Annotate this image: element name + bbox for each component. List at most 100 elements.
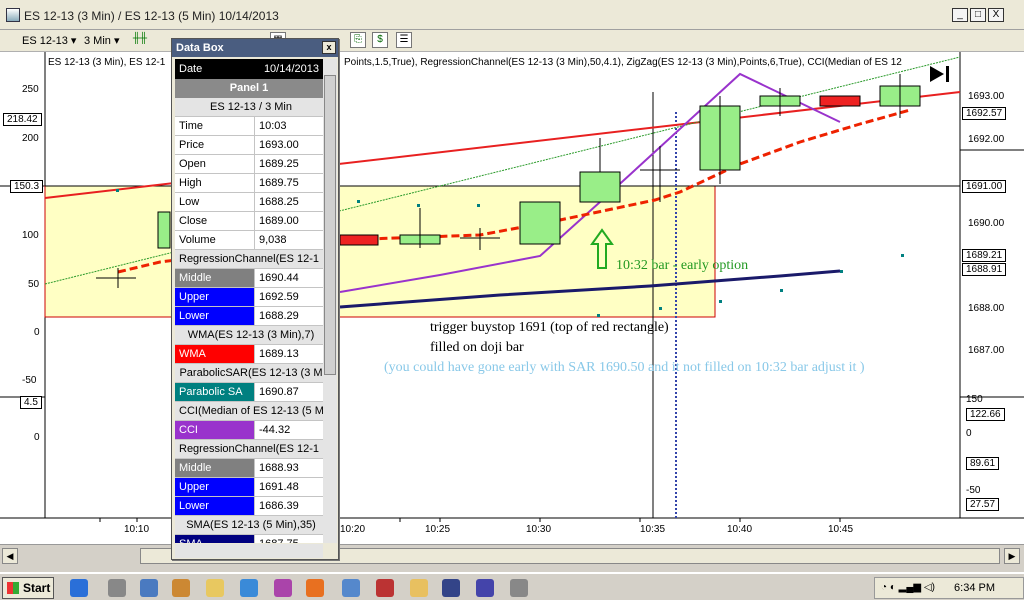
row-value: 1691.48	[259, 481, 299, 493]
row-key: Volume	[175, 231, 255, 249]
time-1030: 10:30	[526, 524, 552, 535]
data-row: Volume 9,038	[175, 231, 323, 250]
scroll-right-arrow[interactable]: ▶	[1004, 548, 1020, 564]
properties-icon[interactable]: ⎘	[350, 32, 366, 48]
list-icon[interactable]: ☰	[396, 32, 412, 48]
data-row: Middle 1690.44	[175, 269, 323, 288]
left-box-150: 150.3	[10, 180, 44, 193]
wma-header: WMA(ES 12-13 (3 Min),7)	[175, 326, 323, 345]
app-icon-7[interactable]	[410, 579, 428, 597]
app-icon-4[interactable]	[274, 579, 292, 597]
row-value: 1689.25	[259, 158, 299, 170]
row-value: 1690.87	[259, 386, 299, 398]
price-chart[interactable]: ES 12-13 (3 Min), ES 12-1 Points,1.5,Tru…	[0, 52, 1024, 544]
data-row: Time 10:03	[175, 117, 323, 136]
data-box-vscroll-thumb[interactable]	[324, 75, 336, 375]
data-row: Lower 1688.29	[175, 307, 323, 326]
data-box-close-button[interactable]: x	[322, 41, 336, 54]
left-box-cci: 218.42	[3, 113, 42, 126]
settings-icon[interactable]	[108, 579, 126, 597]
data-row: Parabolic SA 1690.87	[175, 383, 323, 402]
right-tick-1693: 1693.00	[968, 91, 1005, 102]
system-tray: ◔ ◐ ▂▄▆ ◁) 6:34 PM	[874, 577, 1024, 599]
data-row: Price 1693.00	[175, 136, 323, 155]
close-button[interactable]: X	[988, 8, 1004, 22]
data-box-body: Date 10/14/2013 Panel 1 ES 12-13 / 3 Min…	[175, 59, 323, 543]
data-box-hscroll[interactable]	[175, 544, 323, 558]
scroll-left-arrow[interactable]: ◀	[2, 548, 18, 564]
row-key: Middle	[175, 459, 255, 477]
app-icon-2[interactable]	[172, 579, 190, 597]
right-lower-minus50: -50	[966, 485, 981, 496]
time-1020: 10:20	[340, 524, 366, 535]
left-tick-250: 250	[22, 84, 39, 95]
data-row: Upper 1692.59	[175, 288, 323, 307]
date-value: 10/14/2013	[263, 63, 319, 75]
row-key: Middle	[175, 269, 255, 287]
row-key: Parabolic SA	[175, 383, 255, 401]
note-annotation: (you could have gone early with SAR 1690…	[384, 360, 865, 375]
minimize-button[interactable]: _	[952, 8, 968, 22]
row-value: 1689.13	[259, 348, 299, 360]
time-1010: 10:10	[124, 524, 150, 535]
app-icon-3[interactable]	[240, 579, 258, 597]
row-value: 1688.29	[259, 310, 299, 322]
left-tick-200: 200	[22, 133, 39, 144]
window-icon[interactable]	[140, 579, 158, 597]
row-key: Price	[175, 136, 255, 154]
row-value: -44.32	[259, 424, 291, 436]
trigger-rectangle	[44, 185, 716, 318]
right-box-1692-57: 1692.57	[962, 107, 1007, 120]
rc2-header: RegressionChannel(ES 12-1	[175, 440, 323, 459]
window-title: ES 12-13 (3 Min) / ES 12-13 (5 Min) 10/1…	[24, 9, 279, 23]
panel-header: Panel 1	[175, 79, 323, 98]
data-row: Middle 1688.93	[175, 459, 323, 478]
right-box-1691: 1691.00	[962, 180, 1007, 193]
folder-icon[interactable]	[206, 579, 224, 597]
firefox-icon[interactable]	[306, 579, 324, 597]
indicator-caption-right: Points,1.5,True), RegressionChannel(ES 1…	[344, 57, 902, 68]
right-lower-150: 150	[966, 394, 983, 405]
app-icon-8[interactable]	[442, 579, 460, 597]
chart-scrollbar[interactable]: ◀ ▶	[0, 544, 1024, 566]
app-icon-6[interactable]	[376, 579, 394, 597]
data-row: Lower 1686.39	[175, 497, 323, 516]
row-key: CCI	[175, 421, 255, 439]
row-value: 1692.59	[259, 291, 299, 303]
ie-icon[interactable]	[70, 579, 88, 597]
app-icon	[6, 8, 20, 22]
cci-header: CCI(Median of ES 12-13 (5 M	[175, 402, 323, 421]
app-icon-10[interactable]	[510, 579, 528, 597]
data-box-titlebar[interactable]: Data Box x	[172, 39, 338, 57]
tray-icons[interactable]: ◔ ◐ ▂▄▆ ◁)	[881, 582, 935, 593]
data-row: WMA 1689.13	[175, 345, 323, 364]
row-value: 10:03	[259, 120, 287, 132]
clock[interactable]: 6:34 PM	[954, 582, 995, 594]
data-box-panel[interactable]: Data Box x Date 10/14/2013 Panel 1 ES 12…	[171, 38, 339, 560]
maximize-button[interactable]: □	[970, 8, 986, 22]
windows-flag-icon	[7, 582, 19, 594]
right-lower-box-27: 27.57	[966, 498, 1000, 511]
right-lower-0: 0	[966, 428, 972, 439]
data-row: Upper 1691.48	[175, 478, 323, 497]
early-option-annotation: 10:32 bar - early option	[616, 258, 749, 273]
row-key: Upper	[175, 288, 255, 306]
start-button[interactable]: Start	[2, 577, 54, 599]
data-row: SMA1687.75	[175, 535, 323, 543]
row-value: 1693.00	[259, 139, 299, 151]
dollar-icon[interactable]: $	[372, 32, 388, 48]
right-tick-1690: 1690.00	[968, 218, 1005, 229]
app-icon-5[interactable]	[342, 579, 360, 597]
data-box-vscroll[interactable]	[323, 59, 337, 543]
chart-toolbar: ES 12-13 ▾ 3 Min ▾ ╫╫ ▦ ⎘ $ ☰	[0, 30, 1024, 52]
row-key: Upper	[175, 478, 255, 496]
date-row: Date 10/14/2013	[175, 59, 323, 79]
left-box-lower: 4.5	[20, 396, 42, 409]
interval-selector[interactable]: 3 Min ▾	[84, 33, 119, 49]
app-icon-9[interactable]	[476, 579, 494, 597]
trigger-annotation: trigger buystop 1691 (top of red rectang…	[430, 320, 669, 335]
instrument-selector[interactable]: ES 12-13 ▾	[22, 33, 76, 49]
bar-type-icon[interactable]: ╫╫	[132, 32, 148, 48]
interval-label: 3 Min	[84, 35, 111, 47]
rc1-header: RegressionChannel(ES 12-1	[175, 250, 323, 269]
